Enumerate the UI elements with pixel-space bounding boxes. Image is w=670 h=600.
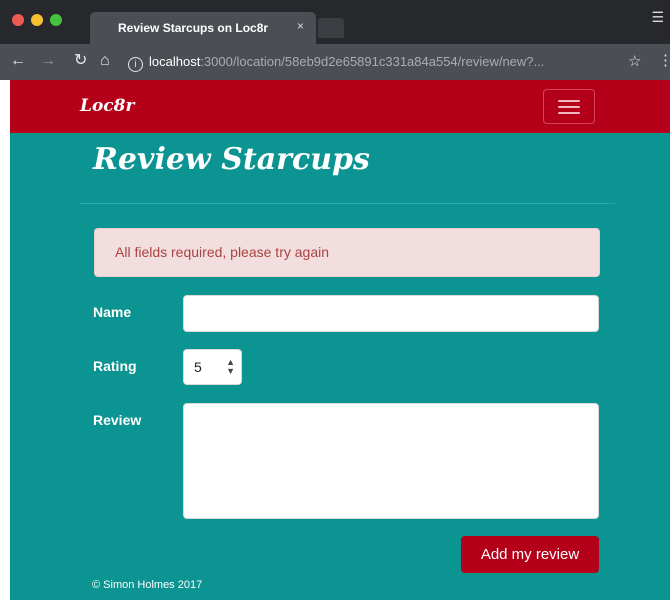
home-icon[interactable]: ⌂	[100, 52, 110, 70]
brand-logo[interactable]: Loc8r	[80, 96, 134, 116]
title-divider	[80, 203, 615, 204]
kebab-menu-icon[interactable]: ⋮	[658, 51, 670, 69]
profile-menu-icon[interactable]: ☰	[651, 9, 664, 26]
page-title: Review Starcups	[93, 142, 370, 177]
info-icon[interactable]: i	[128, 57, 143, 72]
back-arrow-icon[interactable]: ←	[10, 52, 26, 70]
minimize-window-button[interactable]	[31, 14, 43, 26]
close-window-button[interactable]	[12, 14, 24, 26]
browser-tab[interactable]: Review Starcups on Loc8r ×	[90, 12, 316, 44]
tab-close-icon[interactable]: ×	[297, 19, 304, 33]
name-label: Name	[93, 304, 132, 320]
error-alert: All fields required, please try again	[94, 228, 600, 277]
main-content: Review Starcups All fields required, ple…	[10, 133, 670, 600]
browser-toolbar: ← → ↻ ⌂ i localhost:3000/location/58eb9d2…	[0, 44, 670, 80]
select-arrows-icon: ▲ ▼	[226, 357, 235, 376]
star-icon[interactable]: ☆	[628, 52, 641, 70]
new-tab-button[interactable]	[318, 18, 344, 38]
maximize-window-button[interactable]	[50, 14, 62, 26]
hamburger-icon[interactable]	[543, 89, 595, 124]
tab-title: Review Starcups on Loc8r	[118, 21, 269, 35]
rating-select[interactable]: 5 ▲ ▼	[183, 349, 242, 385]
add-review-button[interactable]: Add my review	[461, 536, 599, 573]
forward-arrow-icon[interactable]: →	[40, 52, 56, 70]
url-host: localhost	[149, 54, 201, 69]
rating-label: Rating	[93, 358, 137, 374]
url-path: :3000/location/58eb9d2e65891c331a84a554/…	[200, 54, 545, 69]
site-navbar: Loc8r	[10, 80, 670, 133]
name-input[interactable]	[183, 295, 599, 332]
review-label: Review	[93, 412, 142, 428]
footer-copyright: © Simon Holmes 2017	[92, 579, 203, 591]
browser-titlebar: Review Starcups on Loc8r × ☰	[0, 0, 670, 44]
rating-select-value: 5	[194, 359, 202, 375]
address-bar[interactable]: i localhost:3000/location/58eb9d2e65891c3…	[128, 50, 648, 74]
reload-icon[interactable]: ↻	[74, 52, 87, 70]
review-textarea[interactable]	[183, 403, 599, 519]
